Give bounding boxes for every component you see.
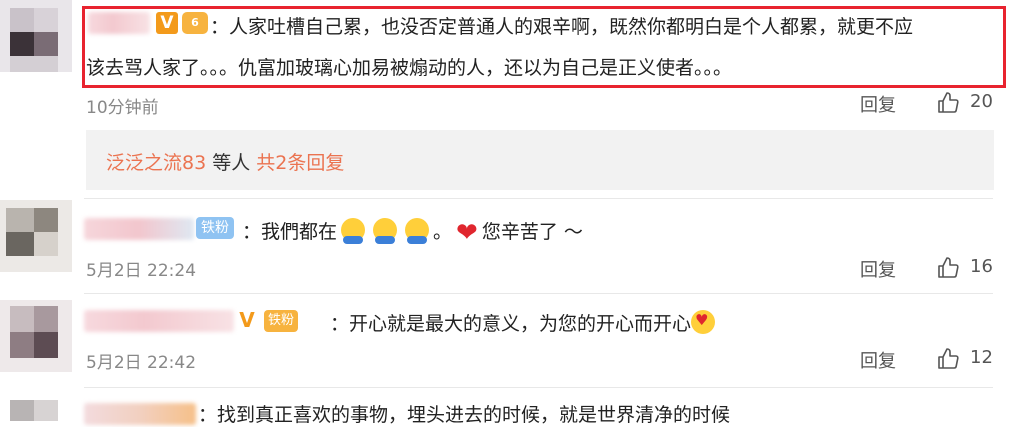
comment-text: ：找到真正喜欢的事物，埋头进去的时候，就是世界清净的时候 <box>198 404 731 426</box>
like-count: 12 <box>970 347 993 368</box>
hug-emoji-icon <box>405 218 430 244</box>
hug-emoji-icon <box>373 218 398 244</box>
comment-time: 5月2日 22:42 <box>86 353 197 373</box>
comment-time: 5月2日 22:24 <box>86 261 197 281</box>
divider <box>84 387 993 388</box>
replies-summary-text: 泛泛之流83 等人 共2条回复 <box>106 152 345 174</box>
comment-time: 10分钟前 <box>86 98 159 118</box>
highlight-box <box>82 6 1006 88</box>
divider <box>84 293 993 294</box>
replies-summary[interactable]: 泛泛之流83 等人 共2条回复 <box>86 130 994 190</box>
heart-icon: ❤ <box>456 218 478 248</box>
hug-emoji-icon <box>341 218 366 244</box>
love-emoji-icon <box>691 310 716 334</box>
thumbs-up-icon[interactable] <box>936 347 960 371</box>
reply-button[interactable]: 回复 <box>860 91 896 117</box>
username[interactable] <box>84 403 196 425</box>
comment-text: ：我們都在。 ❤ 您辛苦了 ～ <box>242 218 583 248</box>
username[interactable] <box>84 218 194 240</box>
comment-text: ：开心就是最大的意义，为您的开心而开心 <box>330 309 716 336</box>
reply-button[interactable]: 回复 <box>860 256 896 282</box>
like-count: 20 <box>970 91 993 112</box>
view-replies-link[interactable]: 共2条回复 <box>256 152 344 174</box>
like-count: 16 <box>970 256 993 277</box>
avatar[interactable] <box>0 200 72 272</box>
reply-button[interactable]: 回复 <box>860 347 896 373</box>
avatar[interactable] <box>0 300 72 372</box>
reply-user-link[interactable]: 泛泛之流83 <box>106 152 206 174</box>
fan-badge-icon: 铁粉 <box>196 217 234 239</box>
username[interactable] <box>84 310 234 332</box>
avatar[interactable] <box>0 0 72 72</box>
divider <box>84 198 993 199</box>
avatar[interactable] <box>0 398 72 421</box>
fan-badge-icon: 铁粉 <box>264 310 299 332</box>
thumbs-up-icon[interactable] <box>936 256 960 280</box>
thumbs-up-icon[interactable] <box>936 91 960 115</box>
verified-v-icon: V <box>239 308 255 332</box>
